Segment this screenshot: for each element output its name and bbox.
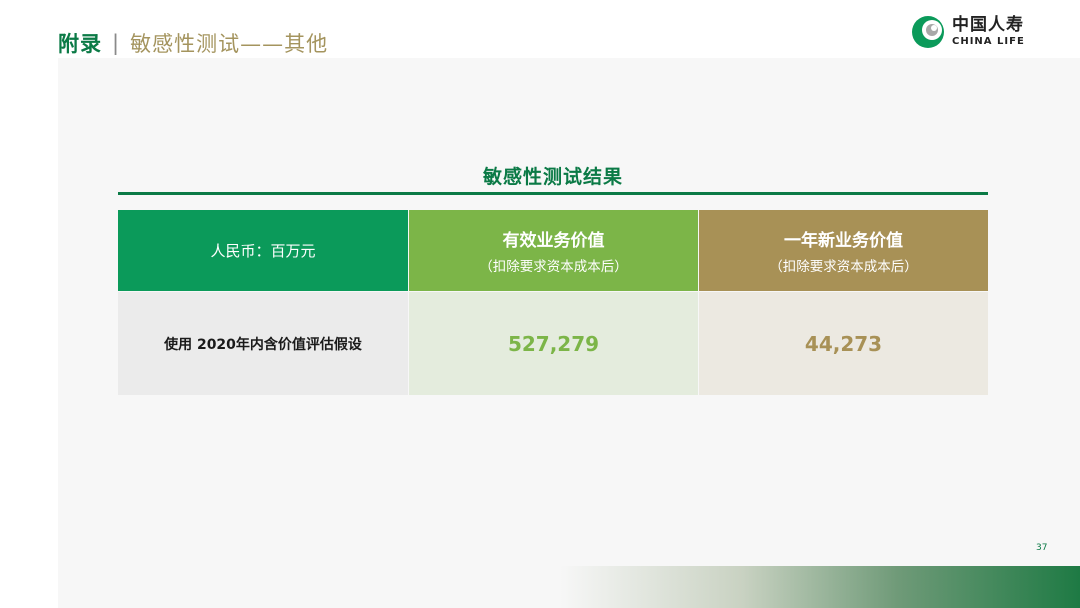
table-row-label: 使用 2020年内含价值评估假设 — [118, 292, 408, 395]
china-life-logo-icon — [912, 16, 944, 48]
column-header-vnb: 一年新业务价值 — [784, 231, 903, 251]
logo-text-cn: 中国人寿 — [952, 15, 1024, 35]
unit-label: 人民币：百万元 — [210, 242, 316, 260]
logo-text-en: CHINA LIFE — [952, 36, 1025, 47]
table-title-rule — [118, 192, 988, 195]
column-header-ev: 有效业务价值 — [502, 231, 605, 251]
page-number: 37 — [1036, 543, 1048, 553]
table-header-ev: 有效业务价值 （扣除要求资本成本后） — [409, 210, 698, 291]
page-title-separator: | — [112, 31, 121, 55]
page-title-sub: 敏感性测试——其他 — [130, 32, 329, 56]
ev-value: 527,279 — [507, 331, 600, 356]
china-life-logo: 中国人寿 CHINA LIFE — [910, 14, 1050, 50]
column-subheader-ev: （扣除要求资本成本后） — [479, 259, 628, 275]
page-title: 附录 | 敏感性测试——其他 — [58, 26, 328, 60]
page-title-main: 附录 — [58, 32, 102, 56]
table-title: 敏感性测试结果 — [482, 166, 623, 188]
table-cell-vnb-value: 44,273 — [699, 292, 988, 395]
table-header-vnb: 一年新业务价值 （扣除要求资本成本后） — [699, 210, 988, 291]
column-subheader-vnb: （扣除要求资本成本后） — [769, 259, 918, 275]
row-label: 使用 2020年内含价值评估假设 — [164, 336, 362, 353]
vnb-value: 44,273 — [804, 331, 883, 356]
footer-decoration — [560, 566, 1080, 608]
table-cell-ev-value: 527,279 — [409, 292, 698, 395]
table-header-unit: 人民币：百万元 — [118, 210, 408, 291]
